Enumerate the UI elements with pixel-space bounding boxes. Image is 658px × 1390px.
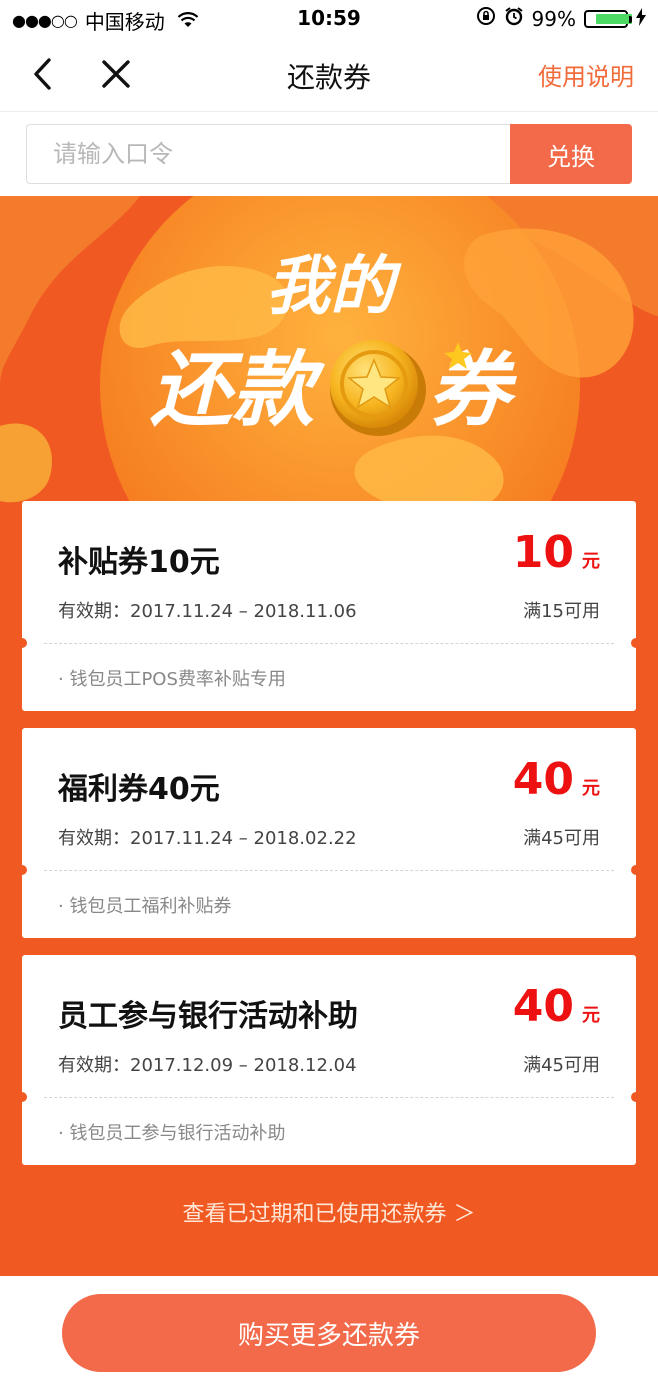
coupon-notch — [631, 865, 641, 875]
coupon-notch — [17, 1092, 27, 1102]
coupon-notch — [631, 1092, 641, 1102]
coupon-description: · 钱包员工福利补贴券 — [58, 896, 232, 917]
charging-icon — [636, 7, 646, 31]
coupon-amount-unit: 元 — [582, 778, 600, 799]
coupon-divider — [44, 870, 614, 871]
coupon-card[interactable]: 福利券40元 40 元 有效期：2017.11.24 – 2018.02.22 … — [17, 728, 641, 938]
usage-instructions-link[interactable]: 使用说明 — [538, 57, 634, 92]
coupon-description: · 钱包员工POS费率补贴专用 — [58, 669, 286, 690]
banner-line2a: 还款 — [150, 343, 326, 438]
coupon-amount-value: 40 — [512, 981, 574, 1032]
coupon-name: 员工参与银行活动补助 — [58, 999, 358, 1034]
alarm-icon — [504, 6, 524, 31]
coupon-validity: 有效期：2017.11.24 – 2018.02.22 — [58, 828, 357, 849]
bottom-bar: 购买更多还款券 — [0, 1276, 658, 1390]
coupon-list-area: 我的 还款 券 补贴券10元 10 元 有效期：2017.11.24 – 201… — [0, 196, 658, 1276]
coupon-divider — [44, 643, 614, 644]
coupon-amount: 40 元 — [513, 981, 600, 1032]
coupon-name: 福利券40元 — [58, 772, 220, 807]
nav-bar: 还款券 使用说明 — [0, 36, 658, 112]
buy-more-coupons-button[interactable]: 购买更多还款券 — [62, 1294, 596, 1372]
coupon-condition: 满45可用 — [523, 828, 600, 849]
coupon-card[interactable]: 员工参与银行活动补助 40 元 有效期：2017.12.09 – 2018.12… — [17, 955, 641, 1165]
battery-percent: 99% — [531, 6, 576, 31]
coupon-amount: 10 元 — [513, 527, 600, 578]
expired-coupons-link[interactable]: 查看已过期和已使用还款券 ＞ — [0, 1196, 658, 1228]
coupon-amount: 40 元 — [513, 754, 600, 805]
coupon-notch — [631, 638, 641, 648]
rotation-lock-icon — [476, 6, 496, 31]
back-button[interactable] — [24, 54, 60, 94]
battery-icon — [584, 9, 632, 28]
banner-illustration: 我的 还款 券 — [0, 196, 658, 516]
coupon-amount-unit: 元 — [582, 1005, 600, 1026]
coupon-amount-unit: 元 — [582, 551, 600, 572]
exchange-button[interactable]: 兑换 — [510, 124, 632, 184]
coupon-condition: 满45可用 — [523, 1055, 600, 1076]
coupon-card[interactable]: 补贴券10元 10 元 有效期：2017.11.24 – 2018.11.06 … — [17, 501, 641, 711]
close-icon — [102, 60, 130, 88]
coupon-name: 补贴券10元 — [58, 545, 220, 580]
coupon-notch — [17, 638, 27, 648]
coupon-condition: 满15可用 — [523, 601, 600, 622]
coupon-validity: 有效期：2017.12.09 – 2018.12.04 — [58, 1055, 357, 1076]
coupon-amount-value: 10 — [512, 527, 574, 578]
banner-line1: 我的 — [266, 250, 402, 324]
coupon-validity: 有效期：2017.11.24 – 2018.11.06 — [58, 601, 357, 622]
redeem-code-row: 兑换 — [0, 112, 658, 196]
banner-line2b: 券 — [428, 343, 517, 438]
chevron-left-icon — [34, 58, 51, 90]
coupon-amount-value: 40 — [512, 754, 574, 805]
redeem-code-input[interactable] — [26, 124, 512, 184]
status-bar: ●●●○○ 中国移动 10:59 99% — [0, 0, 658, 36]
close-button[interactable] — [96, 54, 136, 94]
coupon-divider — [44, 1097, 614, 1098]
coupon-notch — [17, 865, 27, 875]
coupon-description: · 钱包员工参与银行活动补助 — [58, 1123, 286, 1144]
